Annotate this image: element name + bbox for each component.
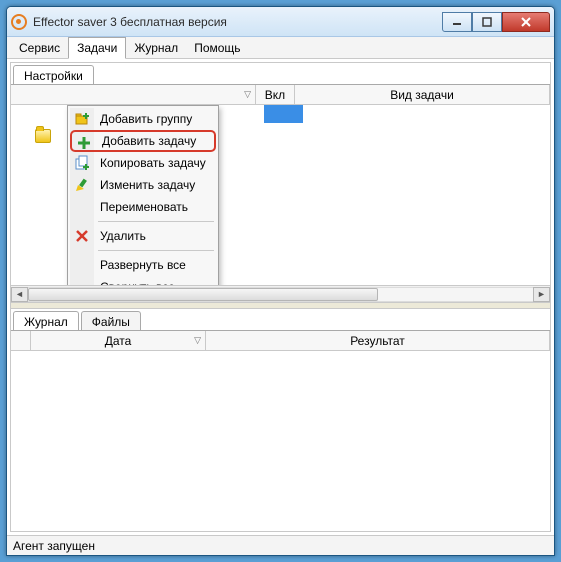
scroll-left-button[interactable]: ◄ (11, 287, 28, 302)
sort-indicator-icon: ▽ (244, 89, 251, 100)
menubar: Сервис Задачи Журнал Помощь (7, 37, 554, 59)
h-scrollbar[interactable]: ◄ ► (11, 285, 550, 302)
dropdown-separator (98, 221, 214, 222)
delete-icon (74, 228, 90, 244)
menu-rename-label: Переименовать (100, 200, 188, 214)
col-log-icon[interactable] (11, 331, 31, 350)
add-group-icon (74, 111, 90, 127)
menu-expand-all-label: Развернуть все (100, 258, 186, 272)
menu-add-group-label: Добавить группу (100, 112, 192, 126)
menu-service[interactable]: Сервис (11, 38, 68, 58)
window-controls (442, 12, 550, 32)
col-name[interactable]: ▽ (11, 85, 256, 104)
bottom-tabs: Журнал Файлы (11, 309, 550, 331)
sort-indicator-icon: ▽ (194, 335, 201, 346)
maximize-button[interactable] (472, 12, 502, 32)
titlebar[interactable]: Effector saver 3 бесплатная версия (7, 7, 554, 37)
scroll-right-button[interactable]: ► (533, 287, 550, 302)
menu-copy-task-label: Копировать задачу (100, 156, 206, 170)
menu-delete[interactable]: Удалить (70, 225, 216, 247)
task-grid-header: ▽ Вкл Вид задачи (11, 85, 550, 105)
log-body[interactable] (11, 351, 550, 531)
add-task-icon (76, 135, 92, 151)
menu-edit-task[interactable]: Изменить задачу (70, 174, 216, 196)
col-task-type[interactable]: Вид задачи (295, 85, 550, 104)
folder-icon (35, 129, 51, 143)
menu-journal[interactable]: Журнал (126, 38, 186, 58)
menu-delete-label: Удалить (100, 229, 146, 243)
close-button[interactable] (502, 12, 550, 32)
menu-collapse-all[interactable]: Свернуть все (70, 276, 216, 285)
status-text: Агент запущен (13, 539, 95, 553)
edit-task-icon (74, 177, 90, 193)
menu-add-group[interactable]: Добавить группу (70, 108, 216, 130)
menu-rename[interactable]: Переименовать (70, 196, 216, 218)
tab-journal[interactable]: Журнал (13, 311, 79, 330)
tab-files[interactable]: Файлы (81, 311, 141, 330)
menu-tasks[interactable]: Задачи (68, 37, 126, 59)
scroll-thumb[interactable] (28, 288, 378, 301)
minimize-button[interactable] (442, 12, 472, 32)
tasks-dropdown: Добавить группу Добавить задачу Копирова… (67, 105, 219, 285)
col-enabled[interactable]: Вкл (256, 85, 295, 104)
content-area: Настройки ▽ Вкл Вид задачи Добавить груп… (10, 62, 551, 532)
log-header: Дата▽ Результат (11, 331, 550, 351)
menu-add-task-label: Добавить задачу (102, 134, 196, 148)
copy-task-icon (74, 155, 90, 171)
app-window: Effector saver 3 бесплатная версия Серви… (6, 6, 555, 556)
selected-cell (264, 105, 303, 123)
window-title: Effector saver 3 бесплатная версия (33, 15, 442, 29)
menu-add-task[interactable]: Добавить задачу (70, 130, 216, 152)
menu-edit-task-label: Изменить задачу (100, 178, 195, 192)
app-icon (11, 14, 27, 30)
col-log-date[interactable]: Дата▽ (31, 331, 206, 350)
tab-settings[interactable]: Настройки (13, 65, 94, 84)
col-log-result[interactable]: Результат (206, 331, 550, 350)
top-tabs: Настройки (11, 63, 550, 85)
splitter[interactable] (11, 302, 550, 309)
dropdown-separator (98, 250, 214, 251)
statusbar: Агент запущен (7, 535, 554, 555)
task-tree[interactable]: Добавить группу Добавить задачу Копирова… (11, 105, 550, 285)
menu-help[interactable]: Помощь (186, 38, 248, 58)
scroll-track[interactable] (28, 287, 533, 302)
menu-collapse-all-label: Свернуть все (100, 280, 175, 285)
menu-copy-task[interactable]: Копировать задачу (70, 152, 216, 174)
menu-expand-all[interactable]: Развернуть все (70, 254, 216, 276)
